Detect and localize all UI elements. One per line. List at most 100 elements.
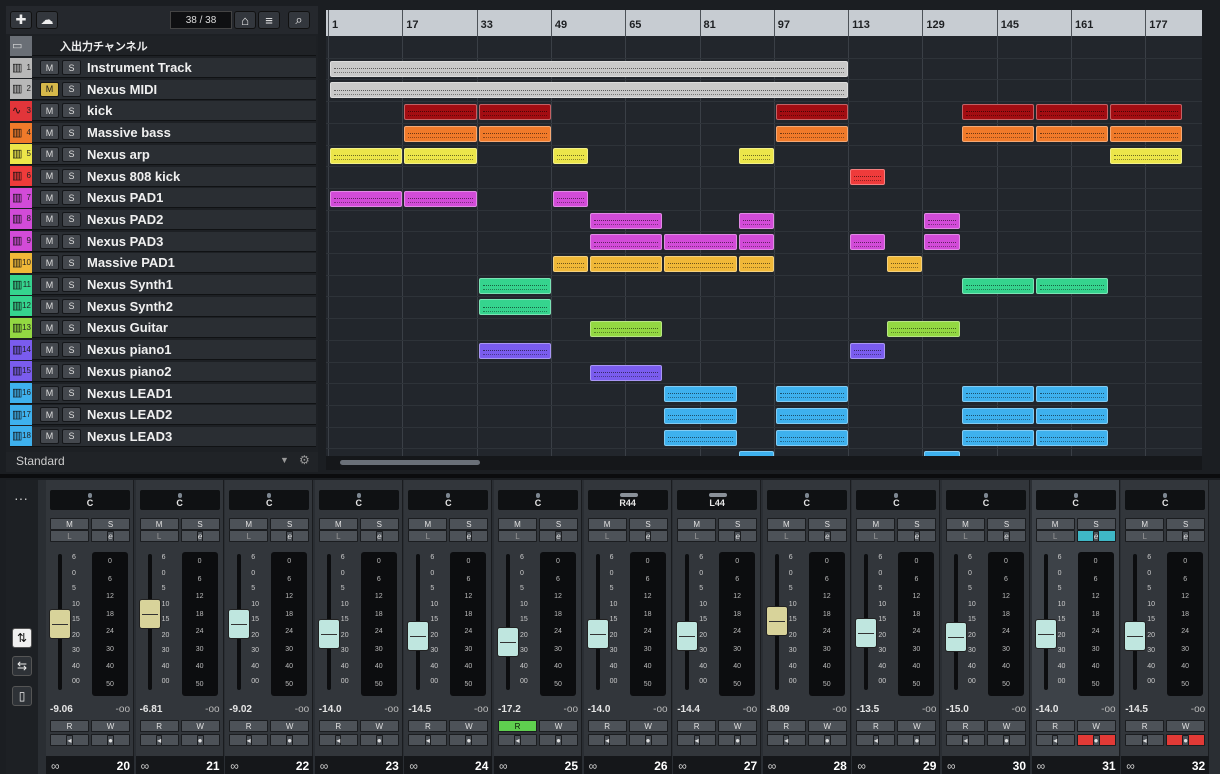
link-icon[interactable]: ∞: [947, 759, 956, 773]
mute-button[interactable]: M: [766, 518, 806, 530]
event-part[interactable]: [590, 256, 663, 272]
pan-control[interactable]: C: [1035, 490, 1116, 510]
mute-button[interactable]: M: [50, 518, 89, 530]
edit-channel-button[interactable]: e: [91, 530, 130, 542]
track-name[interactable]: Nexus Synth2: [87, 299, 173, 314]
event-part[interactable]: [961, 104, 1034, 121]
listen-button[interactable]: L: [1035, 530, 1075, 542]
scrollbar-thumb[interactable]: [340, 460, 480, 465]
track-row[interactable]: ▥ 6 M S Nexus 808 kick: [10, 166, 316, 187]
solo-button[interactable]: S: [62, 277, 81, 292]
preset-dropdown-icon[interactable]: ▼: [280, 455, 289, 465]
read-automation-button[interactable]: R: [139, 720, 179, 732]
event-part[interactable]: [404, 147, 477, 164]
track-name[interactable]: Nexus PAD3: [87, 234, 163, 249]
channel-strip[interactable]: C M S Le 6 0 5 10 15 20 30 40 00 0 6 12 18 24 30 40 50 -14.5-…: [404, 480, 493, 774]
pan-control[interactable]: L44: [677, 490, 758, 510]
track-name[interactable]: Nexus piano2: [87, 364, 172, 379]
pan-control[interactable]: C: [766, 490, 847, 510]
cloud-button[interactable]: ☁: [36, 11, 58, 29]
event-part[interactable]: [961, 429, 1034, 446]
read-automation-button[interactable]: R: [766, 720, 806, 732]
listen-button[interactable]: L: [318, 530, 358, 542]
track-row[interactable]: ▥ 11 M S Nexus Synth1: [10, 274, 316, 295]
volume-readout[interactable]: -14.4 -oo: [677, 704, 757, 718]
event-part[interactable]: [738, 147, 774, 164]
solo-button[interactable]: S: [62, 146, 81, 162]
event-part[interactable]: [775, 386, 849, 403]
edit-channel-button[interactable]: e: [718, 530, 758, 542]
mute-button[interactable]: M: [40, 146, 59, 162]
link-icon[interactable]: ∞: [678, 759, 687, 773]
track-row[interactable]: ▥ 2 M S Nexus MIDI: [10, 79, 316, 100]
read-automation-button[interactable]: R: [408, 720, 448, 732]
mute-button[interactable]: M: [40, 125, 59, 141]
track-name[interactable]: Nexus MIDI: [87, 82, 157, 97]
read-automation-button[interactable]: R: [229, 720, 269, 732]
track-name[interactable]: Nexus PAD2: [87, 212, 163, 227]
event-part[interactable]: [961, 125, 1034, 142]
track-row[interactable]: ▥ 14 M S Nexus piano1: [10, 339, 316, 361]
volume-fader[interactable]: [1034, 619, 1057, 650]
pan-control[interactable]: C: [229, 490, 310, 510]
track-row[interactable]: ▥ 5 M S Nexus arp: [10, 144, 316, 165]
channel-strip[interactable]: C M S Le 6 0 5 10 15 20 30 40 00 0 6 12 18 24 30 40 50 -9.02-…: [225, 480, 314, 774]
event-part[interactable]: [850, 234, 886, 251]
track-row[interactable]: ▥ 13 M S Nexus Guitar: [10, 317, 316, 339]
mute-button[interactable]: M: [40, 320, 59, 336]
event-part[interactable]: [478, 104, 551, 121]
event-part[interactable]: [1035, 104, 1109, 121]
channel-strip[interactable]: C M S Le 6 0 5 10 15 20 30 40 00 0 6 12 18 24 30 40 50 -14.0-…: [1031, 480, 1120, 774]
event-part[interactable]: [330, 60, 849, 77]
link-icon[interactable]: ∞: [1037, 759, 1046, 773]
mute-button[interactable]: M: [40, 407, 59, 423]
monitor-button[interactable]: ◂: [229, 734, 269, 746]
zone-divider[interactable]: [0, 474, 1220, 478]
record-enable-button[interactable]: ●: [718, 734, 758, 746]
mute-button[interactable]: M: [40, 168, 59, 184]
mute-button[interactable]: M: [40, 211, 59, 227]
write-automation-button[interactable]: W: [180, 720, 220, 732]
volume-readout[interactable]: -14.0 -oo: [319, 704, 399, 718]
mute-button[interactable]: M: [587, 518, 627, 530]
listen-button[interactable]: L: [677, 530, 717, 542]
write-automation-button[interactable]: W: [539, 720, 578, 732]
rack-view-button[interactable]: ▯: [12, 686, 32, 706]
channel-strip[interactable]: C M S Le 6 0 5 10 15 20 30 40 00 0 6 12 18 24 30 40 50 -9.06-…: [46, 480, 134, 774]
solo-button[interactable]: S: [62, 298, 81, 314]
mute-button[interactable]: M: [40, 298, 59, 314]
mute-button[interactable]: M: [229, 518, 269, 530]
record-enable-button[interactable]: ●: [270, 734, 310, 746]
record-enable-button[interactable]: ●: [987, 734, 1026, 746]
event-part[interactable]: [738, 212, 774, 229]
mute-button[interactable]: M: [139, 518, 179, 530]
write-automation-button[interactable]: W: [628, 720, 668, 732]
track-row[interactable]: ▥ 7 M S Nexus PAD1: [10, 187, 316, 209]
solo-button[interactable]: S: [1166, 518, 1206, 530]
event-part[interactable]: [775, 104, 849, 121]
volume-readout[interactable]: -14.5 -oo: [1125, 704, 1205, 718]
mute-button[interactable]: M: [498, 518, 537, 530]
event-part[interactable]: [664, 429, 737, 446]
event-part[interactable]: [478, 125, 551, 142]
read-automation-button[interactable]: R: [1035, 720, 1075, 732]
edit-channel-button[interactable]: e: [539, 530, 578, 542]
event-part[interactable]: [775, 125, 849, 142]
record-enable-button[interactable]: ●: [1166, 734, 1206, 746]
event-part[interactable]: [1110, 147, 1183, 164]
preset-label[interactable]: Standard: [16, 454, 65, 468]
solo-button[interactable]: S: [718, 518, 758, 530]
volume-fader[interactable]: [586, 619, 609, 650]
event-part[interactable]: [924, 212, 960, 229]
event-part[interactable]: [887, 256, 923, 272]
mute-button[interactable]: M: [40, 363, 59, 379]
event-part[interactable]: [887, 321, 960, 338]
event-part[interactable]: [590, 212, 663, 229]
volume-readout[interactable]: -9.02 -oo: [229, 704, 309, 718]
channel-strip[interactable]: C M S Le 6 0 5 10 15 20 30 40 00 0 6 12 18 24 30 40 50 -14.5-…: [1121, 480, 1210, 774]
track-name[interactable]: kick: [87, 103, 112, 118]
event-part[interactable]: [664, 234, 737, 251]
volume-fader[interactable]: [49, 608, 71, 639]
event-part[interactable]: [552, 256, 589, 272]
volume-readout[interactable]: -14.0 -oo: [588, 704, 668, 718]
